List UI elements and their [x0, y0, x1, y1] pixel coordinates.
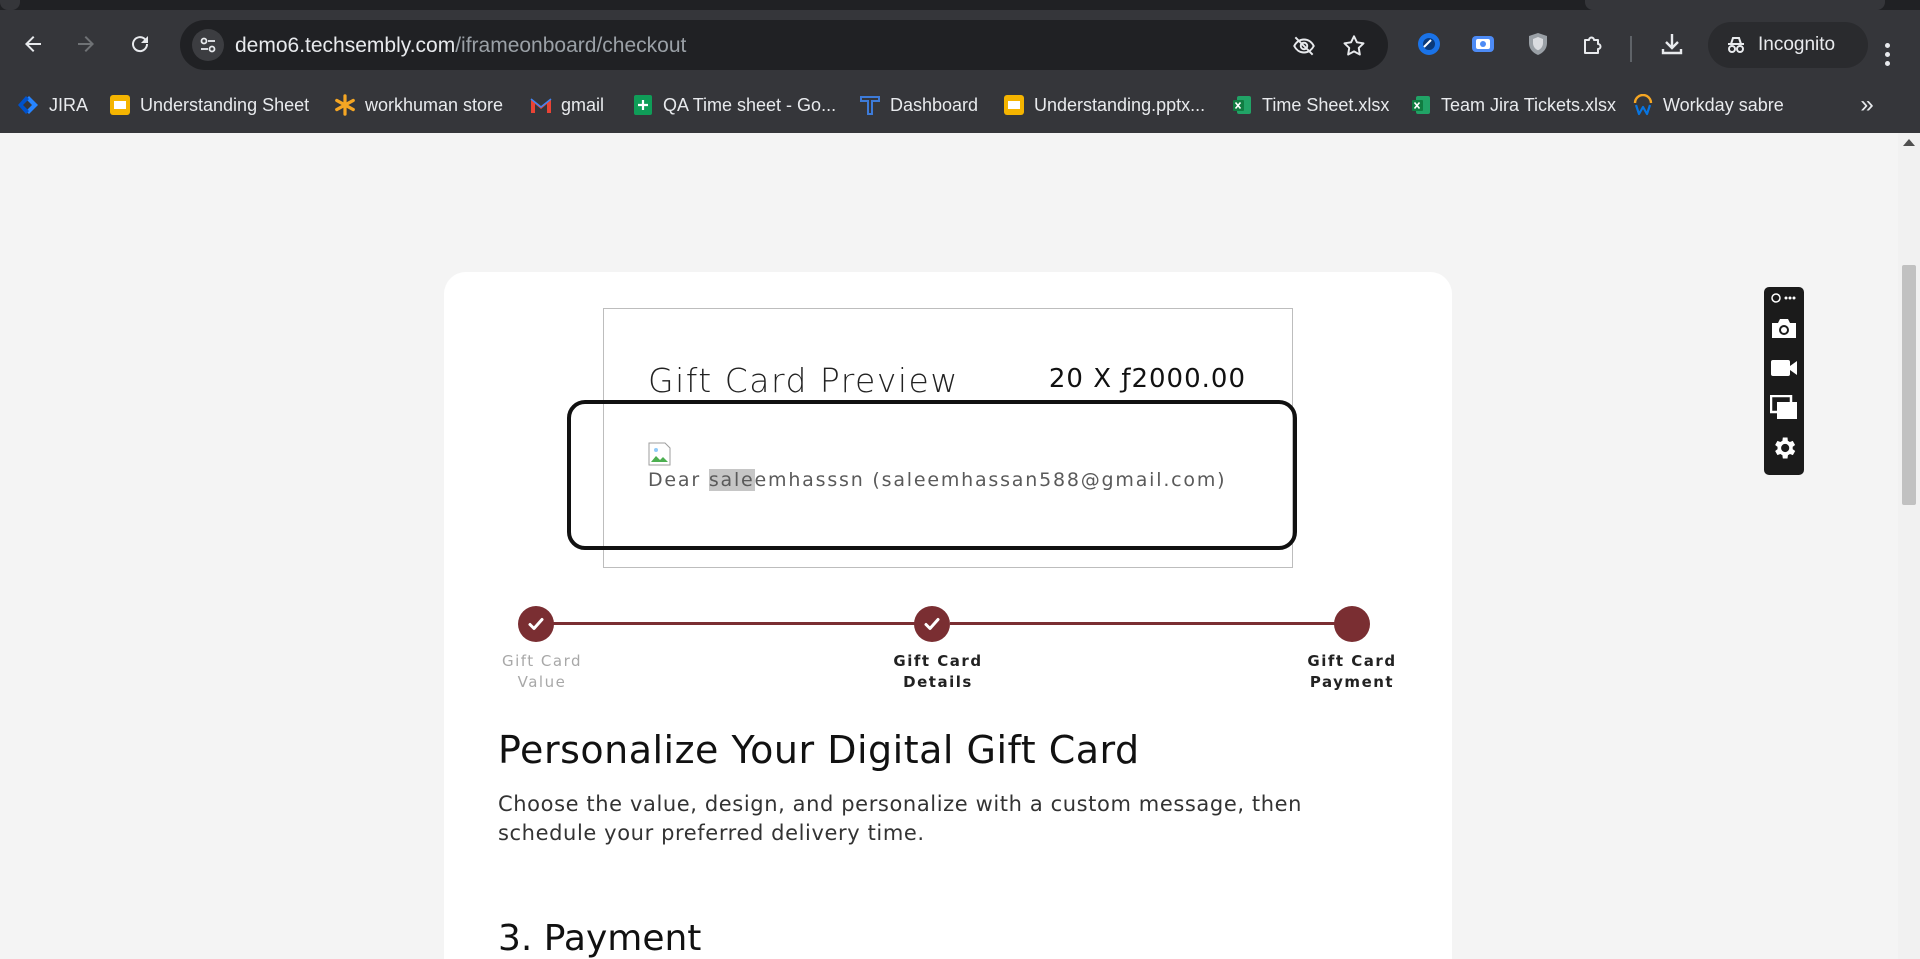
step-label-line: Gift Card	[501, 652, 583, 670]
step-connector	[950, 622, 1353, 625]
page-scrollbar[interactable]	[1898, 133, 1920, 959]
bookmark-label: Workday sabre	[1663, 94, 1784, 115]
jira-icon	[18, 94, 40, 116]
step-value-indicator[interactable]	[518, 606, 554, 642]
bookmark-label: gmail	[561, 94, 605, 115]
step-payment-indicator[interactable]	[1334, 606, 1370, 642]
scrollbar-thumb[interactable]	[1902, 265, 1916, 505]
bookmark-label: Dashboard	[890, 94, 979, 115]
bookmark-label: workhuman store	[365, 94, 504, 115]
address-bar[interactable]: demo6.techsembly.com/iframeonboard/check…	[180, 20, 1388, 70]
tab-remnant[interactable]	[0, 0, 20, 10]
excel-icon	[1231, 94, 1253, 116]
bookmark-understanding-sheet[interactable]: Understanding Sheet	[109, 90, 309, 120]
multi-capture-button[interactable]	[1769, 393, 1799, 423]
toolbar-divider	[1630, 36, 1632, 62]
workday-icon	[1632, 94, 1654, 116]
video-camera-icon	[1771, 360, 1797, 376]
screenshot-button[interactable]	[1769, 313, 1799, 343]
page-heading: Personalize Your Digital Gift Card	[498, 728, 1140, 772]
check-icon	[528, 618, 544, 630]
stacked-windows-icon	[1770, 395, 1797, 419]
bookmark-label: QA Time sheet - Go...	[663, 94, 837, 115]
bookmark-time-sheet-xlsx[interactable]: Time Sheet.xlsx	[1231, 90, 1389, 120]
incognito-icon	[1728, 37, 1744, 53]
toolbar-header[interactable]	[1769, 289, 1799, 307]
bookmark-label: Team Jira Tickets.xlsx	[1441, 94, 1617, 115]
bookmark-qa-time-sheet[interactable]: QA Time sheet - Go...	[632, 90, 836, 120]
tune-icon	[200, 37, 216, 53]
step-label-line: Gift Card	[893, 652, 983, 670]
bookmark-understanding-pptx[interactable]: Understanding.pptx...	[1003, 90, 1205, 120]
page-description: Choose the value, design, and personaliz…	[498, 792, 1303, 845]
payment-section-heading: 3. Payment	[498, 918, 702, 959]
camera-icon	[1772, 319, 1796, 338]
step-details-indicator[interactable]	[914, 606, 950, 642]
step-value-label: Gift Card Value	[482, 651, 602, 693]
bookmark-workhuman-store[interactable]: workhuman store	[334, 90, 503, 120]
bookmark-star-icon[interactable]	[1340, 32, 1368, 60]
bookmark-label: Understanding Sheet	[140, 94, 310, 115]
gear-icon	[1775, 437, 1796, 459]
shield-extension-icon[interactable]	[1517, 23, 1559, 65]
step-label-line: Details	[903, 673, 973, 691]
download-icon[interactable]	[1651, 23, 1693, 65]
bookmarks-bar: JIRA Understanding Sheet workhuman store…	[0, 80, 1920, 133]
bookmark-label: Understanding.pptx...	[1034, 94, 1206, 115]
more-dots-icon	[1771, 293, 1796, 303]
bookmark-gmail[interactable]: gmail	[530, 90, 604, 120]
step-label-line: Value	[517, 673, 567, 691]
bookmark-label: Time Sheet.xlsx	[1262, 94, 1390, 115]
eye-off-icon[interactable]	[1290, 32, 1318, 60]
url-path: /iframeonboard/checkout	[455, 34, 687, 57]
step-label-line: Payment	[1309, 673, 1395, 691]
incognito-label: Incognito	[1758, 34, 1836, 55]
back-button[interactable]	[13, 24, 53, 64]
back-arrow-icon	[25, 36, 41, 52]
bookmark-team-jira-tickets[interactable]: Team Jira Tickets.xlsx	[1410, 90, 1616, 120]
tp-icon	[859, 94, 881, 116]
preview-amount: 20 X ƒ2000.00	[1048, 364, 1246, 394]
sheets-icon	[632, 94, 654, 116]
excel-icon	[1410, 94, 1432, 116]
browser-chrome: demo6.techsembly.com/iframeonboard/check…	[0, 0, 1920, 133]
step-label-line: Gift Card	[1307, 652, 1397, 670]
browser-toolbar: demo6.techsembly.com/iframeonboard/check…	[0, 10, 1920, 80]
scroll-up-arrow-icon[interactable]	[1903, 139, 1915, 146]
slides-icon	[109, 94, 131, 116]
reload-icon	[132, 36, 149, 53]
gmail-icon	[530, 94, 552, 116]
step-payment-label: Gift Card Payment	[1292, 651, 1412, 693]
step-connector	[536, 622, 933, 625]
forward-arrow-icon	[78, 36, 94, 52]
reload-button[interactable]	[120, 24, 160, 64]
extension-blue-circle-icon[interactable]	[1408, 23, 1450, 65]
bookmark-workday-sabre[interactable]: Workday sabre	[1632, 90, 1784, 120]
settings-button[interactable]	[1769, 433, 1799, 463]
screen-record-extension-icon[interactable]	[1462, 23, 1504, 65]
preview-title: Gift Card Preview	[648, 361, 959, 400]
bookmark-jira[interactable]: JIRA	[18, 90, 88, 120]
tab-remnant[interactable]	[1585, 0, 1885, 10]
extensions-puzzle-icon[interactable]	[1572, 23, 1614, 65]
forward-button[interactable]	[66, 24, 106, 64]
record-video-button[interactable]	[1769, 353, 1799, 383]
capture-toolbar	[1764, 287, 1804, 475]
asterisk-icon	[334, 94, 356, 116]
browser-menu-button[interactable]	[1872, 34, 1902, 74]
tab-strip	[0, 0, 1920, 10]
site-info-button[interactable]	[192, 29, 224, 61]
incognito-profile-button[interactable]: Incognito	[1708, 22, 1868, 68]
url-text[interactable]: demo6.techsembly.com/iframeonboard/check…	[235, 34, 686, 58]
step-details-label: Gift Card Details	[878, 651, 998, 693]
check-icon	[924, 618, 940, 630]
bookmark-label: JIRA	[49, 94, 89, 115]
more-bookmarks-button[interactable]: »	[1852, 90, 1882, 120]
slides-icon	[1003, 94, 1025, 116]
url-host: demo6.techsembly.com	[235, 34, 456, 57]
annotation-highlight-box	[567, 400, 1297, 550]
bookmark-dashboard[interactable]: Dashboard	[859, 90, 978, 120]
